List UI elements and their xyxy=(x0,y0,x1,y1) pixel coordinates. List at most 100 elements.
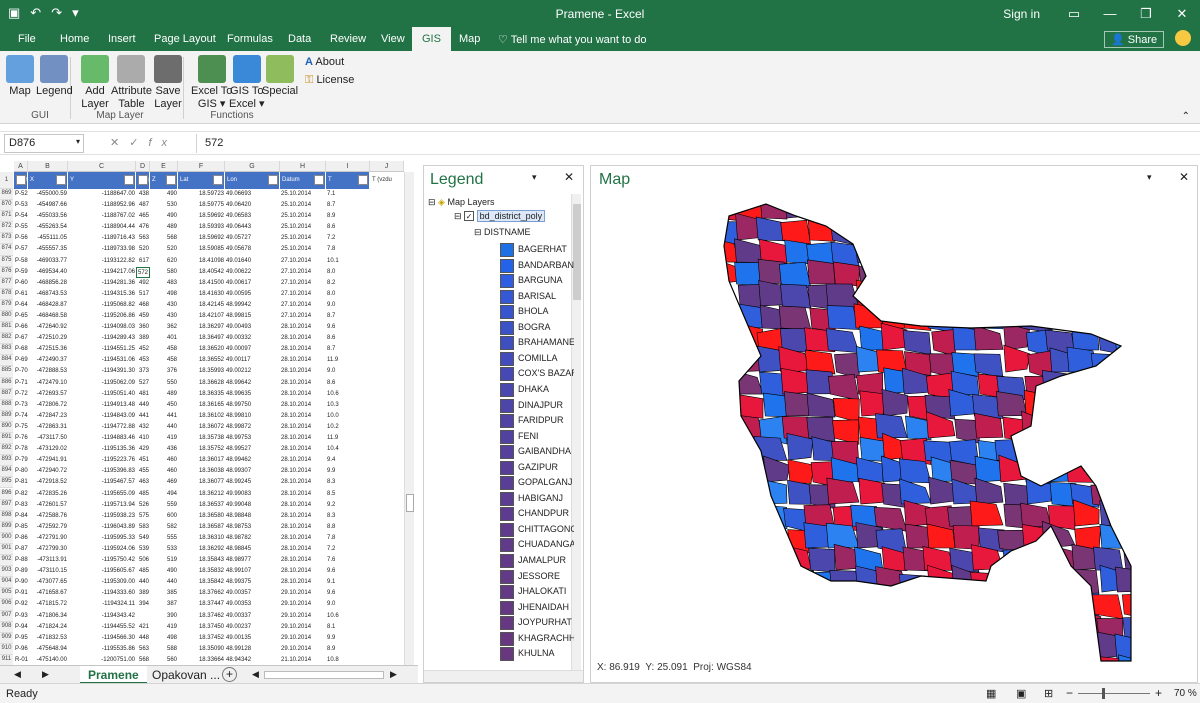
table-cell[interactable]: R-01 xyxy=(14,655,28,665)
column-header[interactable]: H xyxy=(280,161,326,172)
district-polygon[interactable] xyxy=(1069,301,1100,329)
table-cell[interactable]: P-96 xyxy=(14,644,28,655)
table-cell[interactable]: 48.99642 xyxy=(225,378,280,389)
table-cell[interactable]: 29.10.2014 xyxy=(280,622,326,633)
table-cell[interactable]: 429 xyxy=(136,444,150,455)
district-polygon[interactable] xyxy=(1021,410,1052,439)
table-cell[interactable]: P-91 xyxy=(14,588,28,599)
table-cell[interactable]: 10.2 xyxy=(326,422,370,433)
district-polygon[interactable] xyxy=(806,416,836,442)
table-cell[interactable]: 563 xyxy=(136,233,150,244)
table-cell[interactable]: -1194343.42 xyxy=(68,611,136,622)
district-polygon[interactable] xyxy=(1146,546,1172,570)
table-cell[interactable]: P-64 xyxy=(14,300,28,311)
district-polygon[interactable] xyxy=(1002,548,1030,575)
district-polygon[interactable] xyxy=(1070,216,1100,242)
table-cell[interactable]: 575 xyxy=(136,511,150,522)
table-cell[interactable]: 9.4 xyxy=(326,455,370,466)
table-cell[interactable]: 48.99375 xyxy=(225,577,280,588)
district-polygon[interactable] xyxy=(760,478,788,505)
table-cell[interactable]: 18.37462 xyxy=(178,611,225,622)
table-cell[interactable]: 7.2 xyxy=(326,544,370,555)
table-cell[interactable]: 18.42145 xyxy=(178,300,225,311)
table-cell[interactable]: -472847.23 xyxy=(28,411,68,422)
table-cell[interactable]: 490 xyxy=(150,189,178,200)
table-cell[interactable]: 549 xyxy=(136,533,150,544)
table-cell[interactable]: -1194551.25 xyxy=(68,344,136,355)
table-cell[interactable]: 430 xyxy=(150,311,178,322)
table-cell[interactable]: 10.1 xyxy=(326,256,370,267)
district-polygon[interactable] xyxy=(974,213,1004,241)
table-cell[interactable]: -1194772.88 xyxy=(68,422,136,433)
row-number[interactable]: 885 xyxy=(0,366,13,378)
table-cell[interactable]: 48.99527 xyxy=(225,444,280,455)
row-number[interactable]: 877 xyxy=(0,277,13,289)
district-polygon[interactable] xyxy=(1090,280,1124,307)
district-polygon[interactable] xyxy=(1042,195,1076,220)
table-cell[interactable]: 28.10.2014 xyxy=(280,400,326,411)
district-polygon[interactable] xyxy=(882,608,910,637)
field-node[interactable]: ⊟ DISTNAME xyxy=(474,227,531,238)
district-polygon[interactable] xyxy=(712,390,740,417)
table-header-cell[interactable]: Z (g xyxy=(136,172,150,189)
district-polygon[interactable] xyxy=(926,239,956,264)
table-cell[interactable]: P-54 xyxy=(14,211,28,222)
table-cell[interactable]: 10.4 xyxy=(326,444,370,455)
filter-dropdown-icon[interactable] xyxy=(358,175,368,185)
district-polygon[interactable] xyxy=(707,500,740,527)
table-cell[interactable]: 559 xyxy=(150,500,178,511)
table-cell[interactable]: 498 xyxy=(150,633,178,644)
table-cell[interactable]: 28.10.2014 xyxy=(280,500,326,511)
table-cell[interactable]: -472799.30 xyxy=(28,544,68,555)
district-polygon[interactable] xyxy=(714,611,741,637)
table-cell[interactable]: P-74 xyxy=(14,411,28,422)
table-cell[interactable]: P-66 xyxy=(14,322,28,333)
table-cell[interactable]: 458 xyxy=(150,344,178,355)
table-cell[interactable]: -1188767.02 xyxy=(68,211,136,222)
district-polygon[interactable] xyxy=(1121,478,1147,505)
table-cell[interactable]: 8.9 xyxy=(326,644,370,655)
district-polygon[interactable] xyxy=(1144,305,1171,329)
district-polygon[interactable] xyxy=(758,609,788,637)
row-number[interactable]: 881 xyxy=(0,322,13,334)
zoom-slider-thumb[interactable] xyxy=(1102,688,1105,699)
table-cell[interactable]: 48.94342 xyxy=(225,655,280,665)
district-polygon[interactable] xyxy=(1071,260,1100,286)
district-polygon[interactable] xyxy=(1041,370,1076,395)
table-cell[interactable]: 49.00595 xyxy=(225,289,280,300)
table-cell[interactable]: 526 xyxy=(136,500,150,511)
district-polygon[interactable] xyxy=(999,280,1028,307)
table-cell[interactable]: 29.10.2014 xyxy=(280,644,326,655)
table-cell[interactable]: 550 xyxy=(150,378,178,389)
sign-in-link[interactable]: Sign in xyxy=(1003,7,1040,21)
table-cell[interactable]: P-73 xyxy=(14,400,28,411)
attribute-table-button[interactable]: Attribute Table xyxy=(111,55,152,111)
table-cell[interactable]: 29.10.2014 xyxy=(280,633,326,644)
table-cell[interactable]: 18.37450 xyxy=(178,622,225,633)
table-cell[interactable]: -1195995.33 xyxy=(68,533,136,544)
district-polygon[interactable] xyxy=(1145,526,1171,550)
column-header[interactable]: F xyxy=(178,161,225,172)
table-cell[interactable]: 28.10.2014 xyxy=(280,577,326,588)
district-polygon[interactable] xyxy=(735,612,764,637)
legend-item[interactable]: COX'S BAZAR xyxy=(500,366,582,382)
legend-item[interactable]: JHENAIDAH xyxy=(500,600,582,616)
table-cell[interactable]: 520 xyxy=(136,244,150,255)
table-cell[interactable]: -1195135.36 xyxy=(68,444,136,455)
district-polygon[interactable] xyxy=(1074,419,1101,445)
filter-dropdown-icon[interactable] xyxy=(16,175,26,185)
table-cell[interactable]: 373 xyxy=(136,366,150,377)
table-cell[interactable]: -472601.57 xyxy=(28,500,68,511)
legend-item[interactable]: GOPALGANJ xyxy=(500,475,582,491)
district-polygon[interactable] xyxy=(707,322,740,351)
zoom-level[interactable]: 70 % xyxy=(1174,688,1197,699)
district-polygon[interactable] xyxy=(970,571,1004,597)
table-cell[interactable]: -472863.31 xyxy=(28,422,68,433)
table-cell[interactable]: 27.10.2014 xyxy=(280,311,326,322)
row-number[interactable]: 874 xyxy=(0,244,13,256)
district-polygon[interactable] xyxy=(1140,653,1171,666)
table-cell[interactable]: 49.00117 xyxy=(225,355,280,366)
map-menu-icon[interactable]: ▾ xyxy=(1147,172,1152,183)
tab-home[interactable]: Home xyxy=(58,27,91,51)
table-cell[interactable]: 520 xyxy=(150,244,178,255)
